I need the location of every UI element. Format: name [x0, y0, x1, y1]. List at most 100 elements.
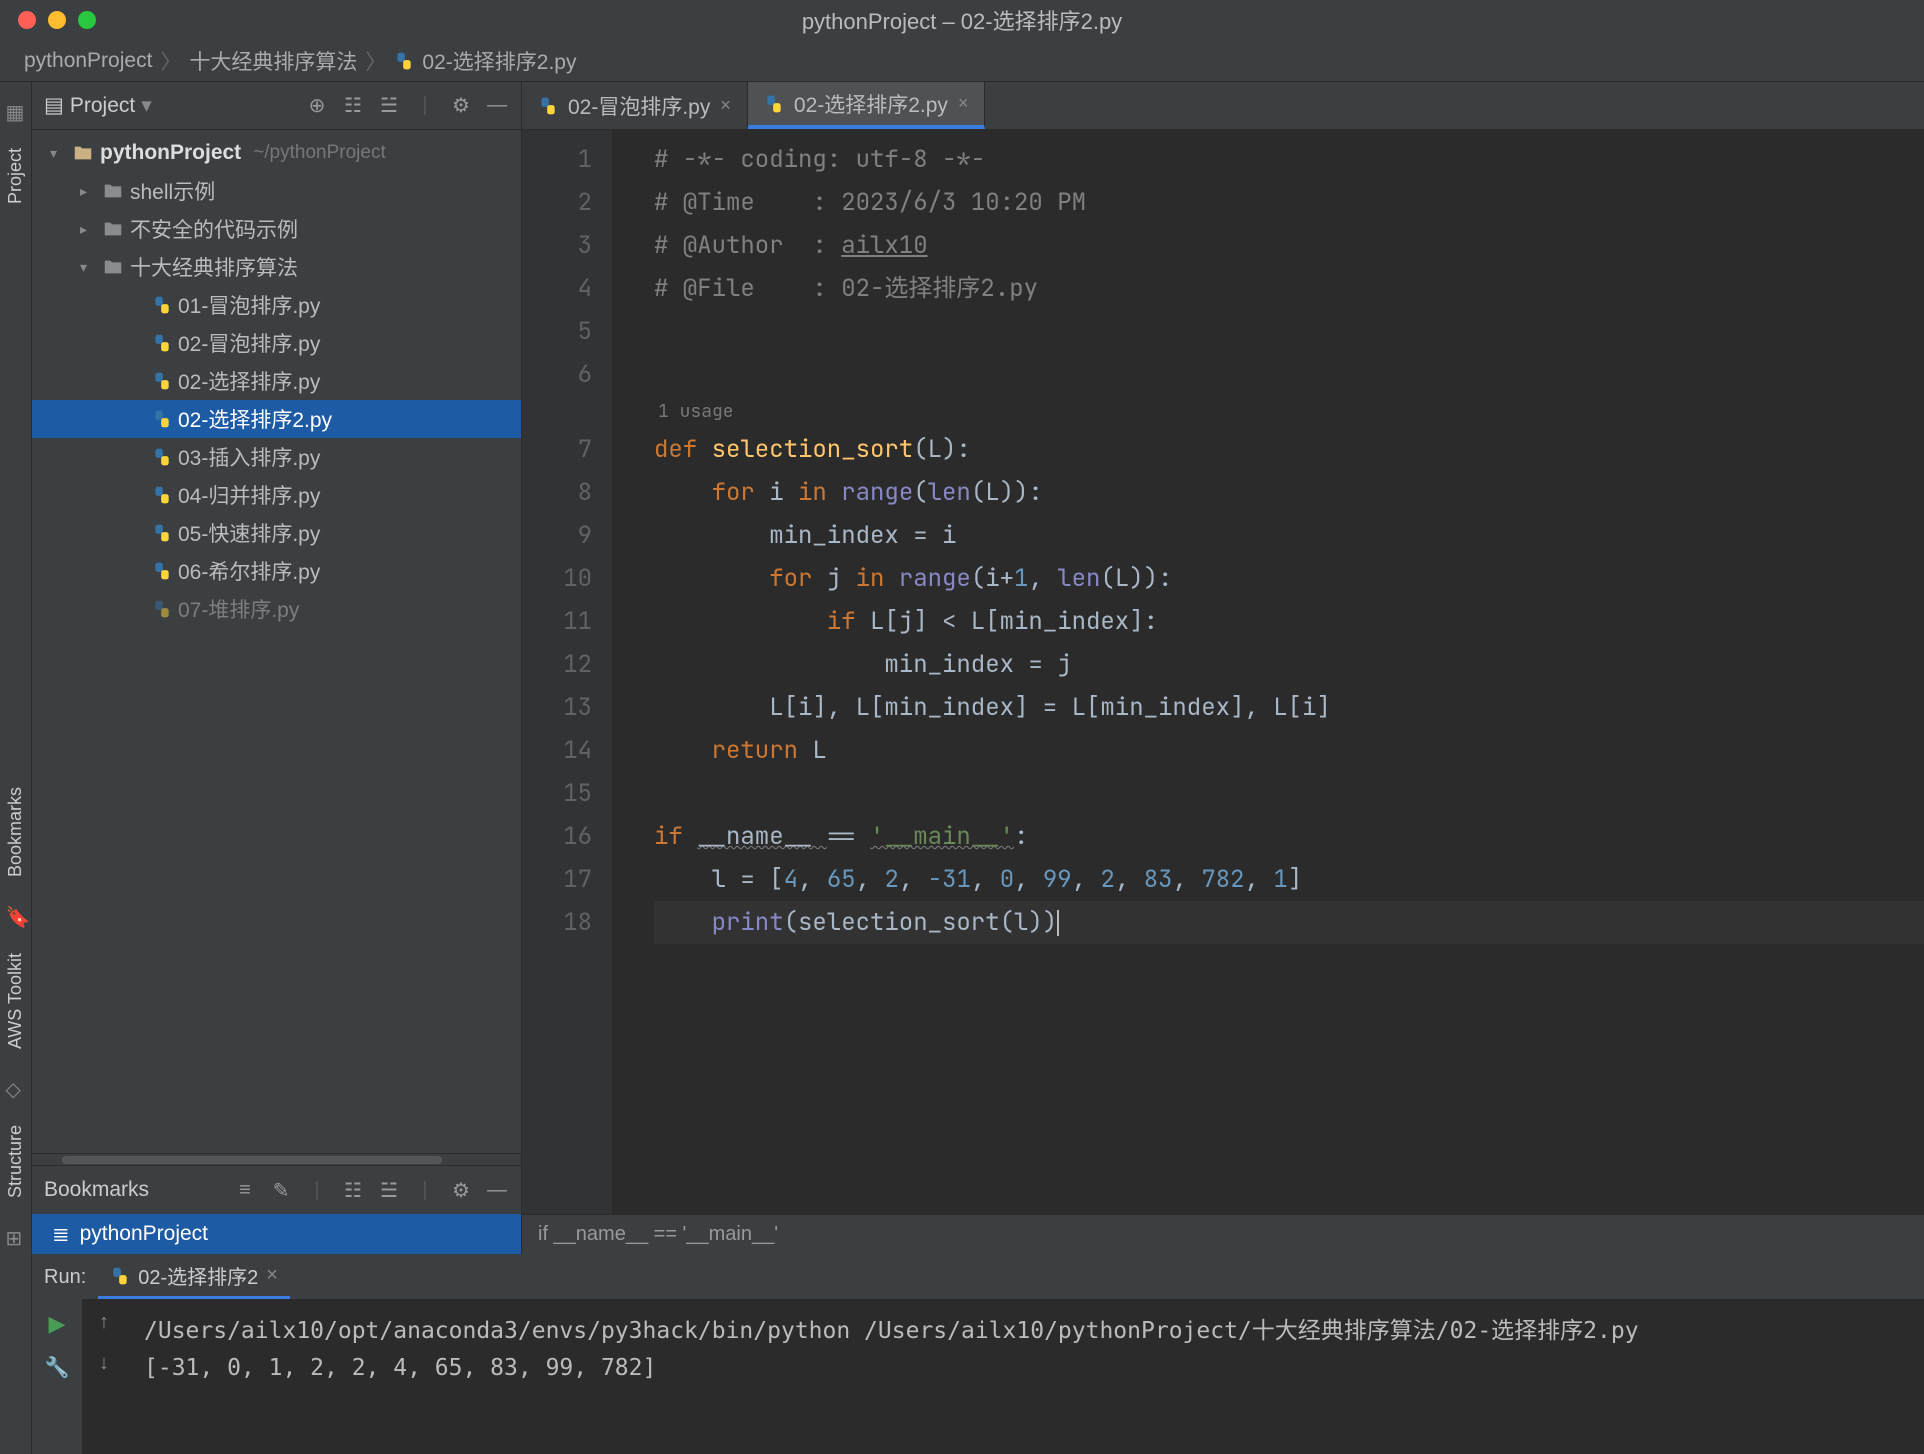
tree-file-selected[interactable]: 02-选择排序2.py: [32, 400, 521, 438]
tree-file[interactable]: 01-冒泡排序.py: [32, 286, 521, 324]
line-number[interactable]: 16: [522, 815, 592, 858]
tree-root[interactable]: ▾ pythonProject ~/pythonProject: [32, 134, 521, 172]
code-text: # @File :: [654, 273, 841, 304]
code-text: in: [798, 477, 841, 508]
code-editor[interactable]: 1 2 3 4 5 6 7 8 9 10 11 12 13 14 15 16 1…: [522, 130, 1924, 1214]
up-arrow-icon[interactable]: ↑: [99, 1311, 109, 1334]
tree-root-path: ~/pythonProject: [253, 142, 386, 164]
edit-icon[interactable]: ✎: [269, 1178, 293, 1202]
bookmark-item[interactable]: ≣ pythonProject: [32, 1214, 521, 1254]
code-text: ,: [1245, 864, 1274, 895]
line-number[interactable]: 11: [522, 600, 592, 643]
tree-file[interactable]: 06-希尔排序.py: [32, 552, 521, 590]
editor-area: 02-冒泡排序.py × 02-选择排序2.py × 1 2 3 4 5 6 7…: [522, 82, 1924, 1254]
code-text: [654, 907, 712, 938]
tab-bubble-sort[interactable]: 02-冒泡排序.py ×: [522, 82, 748, 129]
collapse-all-icon[interactable]: ☱: [377, 94, 401, 118]
window-title: pythonProject – 02-选择排序2.py: [802, 4, 1122, 36]
line-number[interactable]: 6: [522, 353, 592, 396]
breadcrumb-context: if __name__ == '__main__': [538, 1223, 778, 1246]
code-text: # -*- coding: utf-8 -*-: [654, 144, 985, 175]
close-window-button[interactable]: [18, 11, 36, 29]
tree-horizontal-scrollbar[interactable]: [32, 1153, 521, 1165]
divider-icon: |: [413, 94, 437, 118]
bookmarks-title: Bookmarks: [44, 1178, 221, 1202]
tree-file[interactable]: 07-堆排序.py: [32, 590, 521, 628]
tree-file[interactable]: 03-插入排序.py: [32, 438, 521, 476]
filter-icon[interactable]: ≡: [233, 1178, 257, 1202]
expand-all-icon[interactable]: ☷: [341, 94, 365, 118]
rail-project[interactable]: Project: [5, 148, 26, 204]
code-text: j: [827, 563, 856, 594]
minimize-window-button[interactable]: [48, 11, 66, 29]
line-number[interactable]: 3: [522, 224, 592, 267]
tree-file[interactable]: 04-归并排序.py: [32, 476, 521, 514]
collapse-all-icon[interactable]: ☱: [377, 1178, 401, 1202]
line-number[interactable]: 17: [522, 858, 592, 901]
run-output[interactable]: /Users/ailx10/opt/anaconda3/envs/py3hack…: [126, 1299, 1924, 1454]
code-text: (selection_sort(l)): [784, 907, 1058, 938]
line-gutter[interactable]: 1 2 3 4 5 6 7 8 9 10 11 12 13 14 15 16 1…: [522, 130, 612, 1214]
line-number[interactable]: 13: [522, 686, 592, 729]
gear-icon[interactable]: ⚙: [449, 1178, 473, 1202]
tree-file[interactable]: 02-冒泡排序.py: [32, 324, 521, 362]
project-tree[interactable]: ▾ pythonProject ~/pythonProject ▸ shell示…: [32, 130, 521, 1153]
rail-bookmarks[interactable]: Bookmarks: [5, 787, 26, 877]
gear-icon[interactable]: ⚙: [449, 94, 473, 118]
line-number[interactable]: 14: [522, 729, 592, 772]
expand-all-icon[interactable]: ☷: [341, 1178, 365, 1202]
rail-aws[interactable]: AWS Toolkit: [5, 953, 26, 1049]
rail-structure[interactable]: Structure: [5, 1125, 26, 1198]
line-number[interactable]: 2: [522, 181, 592, 224]
close-icon[interactable]: ×: [720, 95, 731, 116]
line-number[interactable]: 4: [522, 267, 592, 310]
folder-icon: [102, 256, 124, 278]
line-number[interactable]: 8: [522, 471, 592, 514]
usage-hint[interactable]: 1 usage: [654, 396, 1924, 428]
editor-breadcrumb[interactable]: if __name__ == '__main__': [522, 1214, 1924, 1254]
close-icon[interactable]: ×: [958, 93, 969, 114]
tab-selection-sort[interactable]: 02-选择排序2.py ×: [748, 82, 986, 129]
project-icon[interactable]: ▦: [6, 100, 26, 120]
bookmark-icon[interactable]: 🔖: [6, 905, 26, 925]
line-number[interactable]: 1: [522, 138, 592, 181]
project-panel: ▤ Project ▾ ⊕ ☷ ☱ | ⚙ — ▾ pythonProject …: [32, 82, 522, 1254]
line-number[interactable]: 7: [522, 428, 592, 471]
hide-panel-icon[interactable]: —: [485, 94, 509, 118]
tree-folder-unsafe[interactable]: ▸ 不安全的代码示例: [32, 210, 521, 248]
breadcrumb-folder[interactable]: 十大经典排序算法: [189, 46, 357, 76]
code-content[interactable]: # -*- coding: utf-8 -*- # @Time : 2023/6…: [612, 130, 1924, 1214]
aws-icon[interactable]: ◇: [6, 1077, 26, 1097]
line-number[interactable]: 10: [522, 557, 592, 600]
cursor: [1057, 910, 1059, 936]
tree-item-label: 不安全的代码示例: [130, 214, 298, 244]
down-arrow-icon[interactable]: ↓: [99, 1352, 109, 1375]
chevron-right-icon[interactable]: ▸: [80, 183, 96, 200]
tree-file[interactable]: 05-快速排序.py: [32, 514, 521, 552]
chevron-down-icon[interactable]: ▾: [50, 145, 66, 162]
code-text: # @Time :: [654, 187, 841, 218]
line-number[interactable]: 9: [522, 514, 592, 557]
line-number[interactable]: 15: [522, 772, 592, 815]
select-opened-file-icon[interactable]: ⊕: [305, 94, 329, 118]
chevron-down-icon[interactable]: ▾: [80, 259, 96, 276]
wrench-icon[interactable]: 🔧: [45, 1355, 70, 1380]
rerun-button[interactable]: ▶: [49, 1311, 66, 1337]
tree-folder-sorts[interactable]: ▾ 十大经典排序算法: [32, 248, 521, 286]
maximize-window-button[interactable]: [78, 11, 96, 29]
run-config-tab[interactable]: 02-选择排序2 ×: [98, 1255, 290, 1299]
close-icon[interactable]: ×: [266, 1264, 278, 1287]
line-number[interactable]: 12: [522, 643, 592, 686]
tree-file[interactable]: 02-选择排序.py: [32, 362, 521, 400]
tree-folder-shell[interactable]: ▸ shell示例: [32, 172, 521, 210]
python-file-icon: [152, 409, 172, 429]
breadcrumb-root[interactable]: pythonProject: [24, 49, 152, 73]
hide-panel-icon[interactable]: —: [485, 1178, 509, 1202]
breadcrumb-file[interactable]: 02-选择排序2.py: [422, 46, 576, 76]
code-text: ==: [827, 821, 870, 852]
structure-icon[interactable]: ⊞: [6, 1226, 26, 1246]
line-number[interactable]: 5: [522, 310, 592, 353]
chevron-down-icon[interactable]: ▾: [141, 93, 152, 118]
line-number[interactable]: 18: [522, 901, 592, 944]
chevron-right-icon[interactable]: ▸: [80, 221, 96, 238]
